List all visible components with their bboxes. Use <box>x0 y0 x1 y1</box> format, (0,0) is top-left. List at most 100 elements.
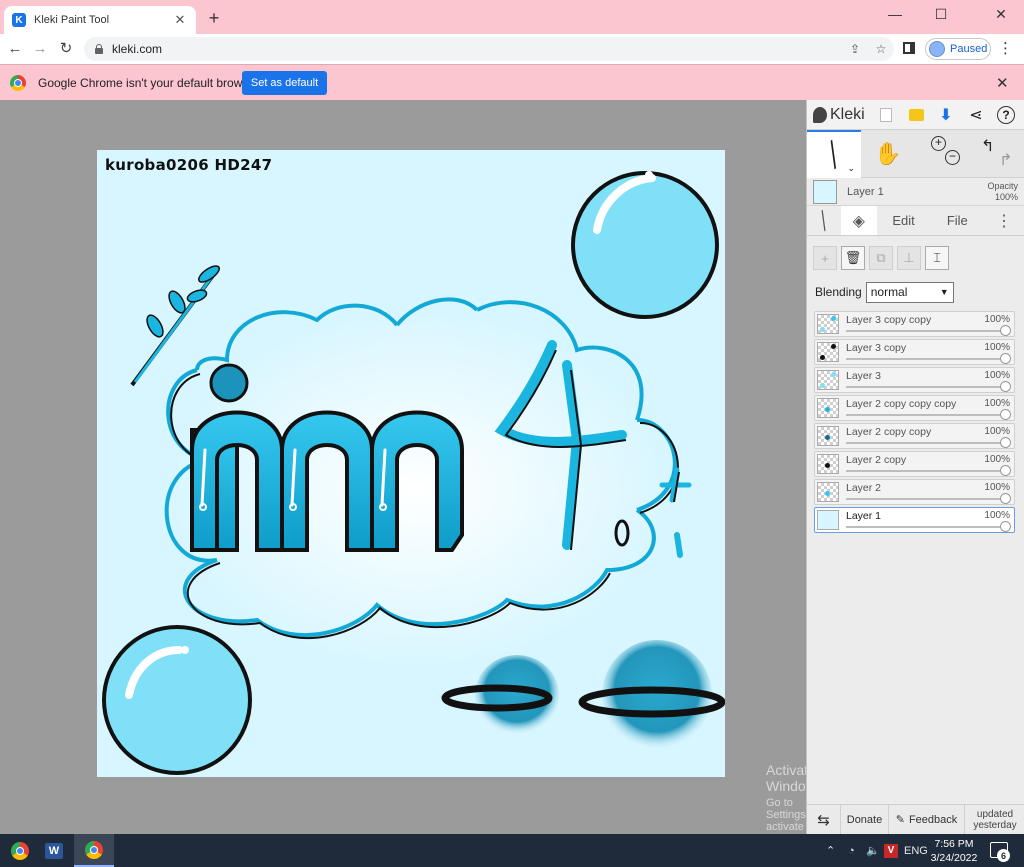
undo-redo-button[interactable]: ↰ ↱ <box>969 130 1023 178</box>
layer-opacity-slider[interactable] <box>846 330 1008 332</box>
maximize-button[interactable]: ☐ <box>918 0 964 28</box>
open-image-button[interactable] <box>901 100 931 130</box>
opacity-value: 100% <box>994 191 1018 202</box>
wifi-icon[interactable]: ◔ <box>848 834 855 867</box>
kleki-favicon-icon: K <box>12 13 26 27</box>
share-icon[interactable]: ⇪ <box>842 42 868 56</box>
volume-icon[interactable]: 🔈 <box>866 834 880 867</box>
zoom-out-icon[interactable]: − <box>945 150 960 165</box>
panel-header: Kleki ⬇ ⋖ ? <box>807 100 1024 130</box>
canvas-area[interactable]: kuroba0206 HD247 Activate Windows Go to … <box>0 100 823 845</box>
new-image-button[interactable] <box>871 100 901 130</box>
undo-icon[interactable]: ↰ <box>981 136 994 156</box>
layer-opacity-slider[interactable] <box>846 470 1008 472</box>
profile-button[interactable]: Paused <box>925 38 991 60</box>
delete-layer-button[interactable]: 🗑 <box>841 246 865 270</box>
layer-opacity-handle[interactable] <box>1000 521 1011 532</box>
panel-more-icon[interactable]: ⋮ <box>984 206 1024 235</box>
layer-item[interactable]: Layer 3 100% <box>814 367 1015 393</box>
help-button[interactable]: ? <box>991 100 1021 130</box>
vpn-tray-app[interactable]: V <box>884 834 898 867</box>
minimize-button[interactable]: — <box>872 0 918 28</box>
feedback-button[interactable]: ✎ Feedback <box>889 805 965 834</box>
layer-opacity-handle[interactable] <box>1000 437 1011 448</box>
drawing-canvas[interactable]: kuroba0206 HD247 <box>97 150 725 777</box>
updated-line-2: yesterday <box>973 819 1017 831</box>
layer-opacity-handle[interactable] <box>1000 325 1011 336</box>
layer-item[interactable]: Layer 2 copy copy 100% <box>814 423 1015 449</box>
taskbar-clock[interactable]: 7:56 PM 3/24/2022 <box>927 837 981 865</box>
current-layer-name: Layer 1 <box>847 185 884 198</box>
layer-opacity-handle[interactable] <box>1000 381 1011 392</box>
current-layer-info: Layer 1 Opacity 100% <box>807 178 1024 206</box>
taskbar-chrome-active[interactable] <box>74 834 114 867</box>
donate-button[interactable]: Donate <box>841 805 889 834</box>
merge-layer-button[interactable]: ⊥ <box>897 246 921 270</box>
swap-panel-side-button[interactable]: ⇆ <box>807 805 841 834</box>
leaf-1 <box>146 314 164 338</box>
tab-file[interactable]: File <box>930 206 984 235</box>
layer-item[interactable]: Layer 2 copy 100% <box>814 451 1015 477</box>
bookmark-star-icon[interactable]: ☆ <box>868 42 894 56</box>
profile-avatar <box>929 41 945 57</box>
layer-item[interactable]: Layer 3 copy copy 100% <box>814 311 1015 337</box>
forward-button[interactable]: → <box>29 39 51 59</box>
brush-tool-button[interactable]: ╱ ⌄ <box>807 130 861 178</box>
tab-edit[interactable]: Edit <box>877 206 931 235</box>
layer-thumbnail <box>817 342 839 362</box>
chevron-down-icon[interactable]: ⌄ <box>847 163 855 174</box>
layer-opacity: 100% <box>984 314 1010 325</box>
language-indicator[interactable]: ENG <box>904 834 928 867</box>
layer-item[interactable]: Layer 3 copy 100% <box>814 339 1015 365</box>
new-tab-button[interactable]: + <box>204 9 224 29</box>
kleki-logo[interactable]: Kleki <box>807 106 871 124</box>
address-bar[interactable]: kleki.com ⇪ ☆ <box>84 37 894 61</box>
merge-icon: ⊥ <box>903 250 915 265</box>
layer-opacity-slider[interactable] <box>846 386 1008 388</box>
hand-tool-button[interactable]: ✋ <box>861 130 915 178</box>
layer-opacity-slider[interactable] <box>846 526 1008 528</box>
zoom-tool-button[interactable]: + − <box>915 130 969 178</box>
browser-titlebar: K Kleki Paint Tool ✕ + — ☐ ✕ <box>0 0 1024 34</box>
redo-icon[interactable]: ↱ <box>999 150 1012 170</box>
layer-item[interactable]: Layer 2 100% <box>814 479 1015 505</box>
download-icon: ⬇ <box>939 106 953 124</box>
share-button[interactable]: ⋖ <box>961 100 991 130</box>
layer-item[interactable]: Layer 2 copy copy copy 100% <box>814 395 1015 421</box>
layer-opacity-handle[interactable] <box>1000 409 1011 420</box>
browser-tab-kleki[interactable]: K Kleki Paint Tool ✕ <box>4 6 196 34</box>
zoom-in-icon[interactable]: + <box>931 136 946 151</box>
tool-row: ╱ ⌄ ✋ + − ↰ ↱ <box>807 130 1024 178</box>
infobar-close-icon[interactable]: ✕ <box>996 74 1009 92</box>
layer-opacity-handle[interactable] <box>1000 353 1011 364</box>
layer-opacity-slider[interactable] <box>846 442 1008 444</box>
layer-opacity-slider[interactable] <box>846 358 1008 360</box>
set-as-default-button[interactable]: Set as default <box>242 71 327 95</box>
layer-opacity-handle[interactable] <box>1000 493 1011 504</box>
layer-item-selected[interactable]: Layer 1 100% <box>814 507 1015 533</box>
tab-layers[interactable]: ◈ <box>840 206 877 235</box>
close-window-button[interactable]: ✕ <box>978 0 1024 28</box>
reload-button[interactable]: ↻ <box>55 39 77 59</box>
rename-layer-button[interactable]: ⌶ <box>925 246 949 270</box>
tab-close-icon[interactable]: ✕ <box>172 12 188 28</box>
tray-chevron-icon[interactable]: ⌃ <box>826 834 835 867</box>
url-text[interactable]: kleki.com <box>112 42 842 56</box>
clock-time: 7:56 PM <box>934 838 974 850</box>
center-glow <box>167 310 667 670</box>
brush-icon: ╱ <box>821 140 847 169</box>
chrome-menu-icon[interactable]: ⋮ <box>998 40 1013 58</box>
blending-select[interactable]: normal ▼ <box>865 281 954 303</box>
layer-opacity-handle[interactable] <box>1000 465 1011 476</box>
layer-opacity-slider[interactable] <box>846 414 1008 416</box>
duplicate-layer-button[interactable]: ⧉ <box>869 246 893 270</box>
tab-brush[interactable]: ╱ <box>807 206 841 235</box>
save-image-button[interactable]: ⬇ <box>931 100 961 130</box>
layer-opacity-slider[interactable] <box>846 498 1008 500</box>
updated-link[interactable]: updated yesterday <box>965 805 1024 834</box>
taskbar-word-app[interactable]: W <box>34 834 74 867</box>
back-button[interactable]: ← <box>4 39 26 59</box>
side-panel-icon[interactable] <box>903 42 915 54</box>
tab-title: Kleki Paint Tool <box>34 14 110 26</box>
add-layer-button[interactable]: + <box>813 246 837 270</box>
